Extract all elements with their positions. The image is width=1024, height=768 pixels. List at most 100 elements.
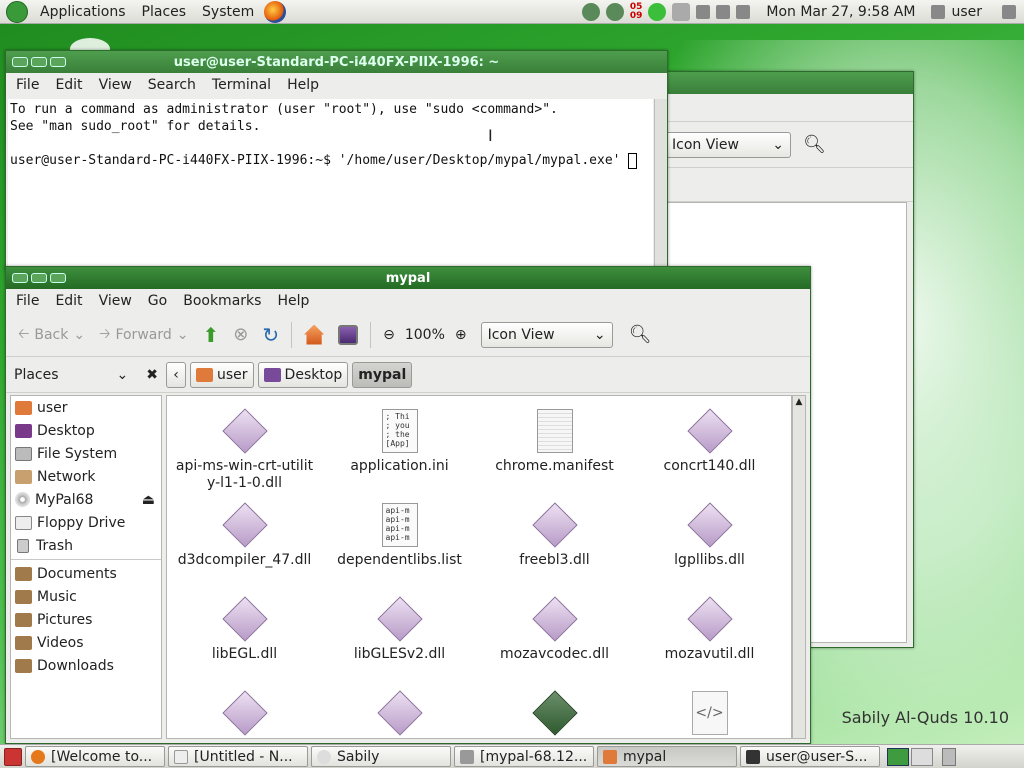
close-sidebar-icon[interactable]: ✖ [146, 367, 158, 383]
show-desktop-icon[interactable] [4, 747, 22, 766]
menu-edit[interactable]: Edit [47, 293, 90, 309]
sidebar-item-music[interactable]: Music [11, 585, 161, 608]
sidebar-item-pictures[interactable]: Pictures [11, 608, 161, 631]
view-mode-select[interactable]: Icon View ⌄ [480, 321, 613, 348]
forward-button[interactable]: 🡢 Forward ⌄ [93, 319, 194, 351]
firefox-launcher-icon[interactable] [264, 0, 287, 23]
sidebar-item-trash[interactable]: Trash [11, 534, 161, 557]
terminal-scrollbar[interactable] [654, 99, 667, 269]
file-item[interactable]: msvcp140.dll [322, 690, 477, 738]
file-item[interactable]: api-ms-win-crt-utility-l1-1-0.dll [167, 408, 322, 502]
file-manager-window[interactable]: mypal File Edit View Go Bookmarks Help 🡠… [5, 266, 811, 744]
breadcrumb-back-arrow[interactable]: ‹ [166, 361, 186, 388]
sidebar-item-floppy[interactable]: Floppy Drive [11, 511, 161, 534]
file-item[interactable]: libGLESv2.dll [322, 596, 477, 690]
close-icon[interactable] [12, 57, 28, 67]
bg-view-mode-select[interactable]: Icon View ⌄ [665, 131, 791, 158]
terminal-titlebar[interactable]: user@user-Standard-PC-i440FX-PIIX-1996: … [6, 51, 667, 73]
minimize-icon[interactable] [31, 57, 47, 67]
scroll-up-icon[interactable]: ▲ [793, 396, 805, 408]
menu-terminal[interactable]: Terminal [204, 77, 279, 93]
menu-file[interactable]: File [8, 293, 47, 309]
file-item[interactable]: api-m api-m api-m api-m dependentlibs.lis… [322, 502, 477, 596]
clipboard-icon[interactable] [672, 2, 691, 21]
taskbar-item-mypal-archive[interactable]: [mypal-68.12... [454, 746, 594, 767]
computer-button[interactable] [332, 321, 364, 349]
back-button[interactable]: 🡠 Back ⌄ [12, 319, 91, 351]
menu-search[interactable]: Search [140, 77, 204, 93]
sidebar-item-documents[interactable]: Documents [11, 562, 161, 585]
content-scrollbar[interactable]: ▲ [792, 395, 806, 739]
chat-icon[interactable] [648, 2, 667, 21]
system-menu[interactable]: System [194, 4, 262, 20]
menu-help[interactable]: Help [269, 293, 317, 309]
sidebar-item-user[interactable]: user [11, 396, 161, 419]
sidebar-item-desktop[interactable]: Desktop [11, 419, 161, 442]
file-item[interactable]: chrome.manifest [477, 408, 632, 502]
maximize-icon[interactable] [50, 57, 66, 67]
breadcrumb-user[interactable]: user [190, 361, 254, 388]
file-item[interactable]: freebl3.dll [477, 502, 632, 596]
menu-edit[interactable]: Edit [47, 77, 90, 93]
search-icon[interactable]: 🔍︎ [803, 134, 826, 155]
minimize-icon[interactable] [31, 273, 47, 283]
file-item[interactable]: d3dcompiler_47.dll [167, 502, 322, 596]
menu-file[interactable]: File [8, 77, 47, 93]
menu-view[interactable]: View [91, 77, 140, 93]
terminal-window[interactable]: user@user-Standard-PC-i440FX-PIIX-1996: … [5, 50, 668, 270]
mail-icon[interactable] [736, 4, 751, 19]
reload-button[interactable]: ↻ [256, 319, 285, 351]
file-item[interactable]: mozavcodec.dll [477, 596, 632, 690]
eject-icon[interactable]: ⏏ [142, 492, 155, 508]
calendar-icon[interactable]: 05 09 [630, 2, 643, 21]
places-menu[interactable]: Places [134, 4, 195, 20]
workspace-switcher[interactable] [887, 747, 933, 766]
network-icon[interactable] [696, 4, 711, 19]
taskbar-item-untitled[interactable]: [Untitled - N... [168, 746, 308, 767]
file-item[interactable]: libEGL.dll [167, 596, 322, 690]
trash-applet-icon[interactable] [942, 747, 956, 766]
sidebar-item-videos[interactable]: Videos [11, 631, 161, 654]
sidebar-item-network[interactable]: Network [11, 465, 161, 488]
volume-icon[interactable] [716, 4, 731, 19]
file-icon-view[interactable]: api-ms-win-crt-utility-l1-1-0.dll; Thi ;… [166, 395, 792, 739]
distro-logo-icon[interactable] [6, 0, 28, 23]
taskbar-item-sabily[interactable]: Sabily [311, 746, 451, 767]
user-menu[interactable]: user [951, 4, 982, 20]
power-icon[interactable] [1002, 4, 1016, 19]
sidebar-item-mypal68[interactable]: MyPal68 ⏏ [11, 488, 161, 511]
places-dropdown-chevron-icon[interactable]: ⌄ [117, 367, 129, 383]
file-item[interactable]: lgpllibs.dll [632, 502, 787, 596]
taskbar-item-mypal[interactable]: mypal [597, 746, 737, 767]
taskbar-item-welcome[interactable]: [Welcome to... [25, 746, 165, 767]
file-item[interactable]: mozglue.dll [167, 690, 322, 738]
home-button[interactable] [298, 321, 330, 349]
file-item[interactable]: ; Thi ; you ; the [App] application.ini [322, 408, 477, 502]
breadcrumb-desktop[interactable]: Desktop [257, 361, 349, 388]
menu-view[interactable]: View [91, 293, 140, 309]
file-item[interactable]: concrt140.dll [632, 408, 787, 502]
clock[interactable]: Mon Mar 27, 9:58 AM [766, 4, 915, 20]
file-item[interactable]: </>mypal.VisualElementsMan [632, 690, 787, 738]
zoom-out-button[interactable]: ⊖ [377, 323, 401, 347]
up-button[interactable]: ⬆ [196, 319, 225, 351]
prayer-time-icon[interactable] [581, 2, 600, 21]
quran-icon[interactable] [605, 2, 624, 21]
menu-go[interactable]: Go [140, 293, 175, 309]
maximize-icon[interactable] [50, 273, 66, 283]
zoom-in-button[interactable]: ⊕ [449, 323, 473, 347]
breadcrumb-mypal[interactable]: mypal [352, 361, 413, 388]
places-label[interactable]: Places [14, 367, 59, 383]
close-icon[interactable] [12, 273, 28, 283]
applications-menu[interactable]: Applications [32, 4, 134, 20]
file-item[interactable]: mozavutil.dll [632, 596, 787, 690]
menu-bookmarks[interactable]: Bookmarks [175, 293, 269, 309]
background-window-titlebar[interactable] [661, 72, 913, 94]
search-button[interactable]: 🔍︎ [623, 320, 658, 349]
terminal-output[interactable]: To run a command as administrator (user … [8, 99, 653, 269]
file-manager-titlebar[interactable]: mypal [6, 267, 810, 289]
file-item[interactable]: mypal.exe [477, 690, 632, 738]
sidebar-item-file-system[interactable]: File System [11, 442, 161, 465]
taskbar-item-terminal[interactable]: user@user-S... [740, 746, 880, 767]
menu-help[interactable]: Help [279, 77, 327, 93]
